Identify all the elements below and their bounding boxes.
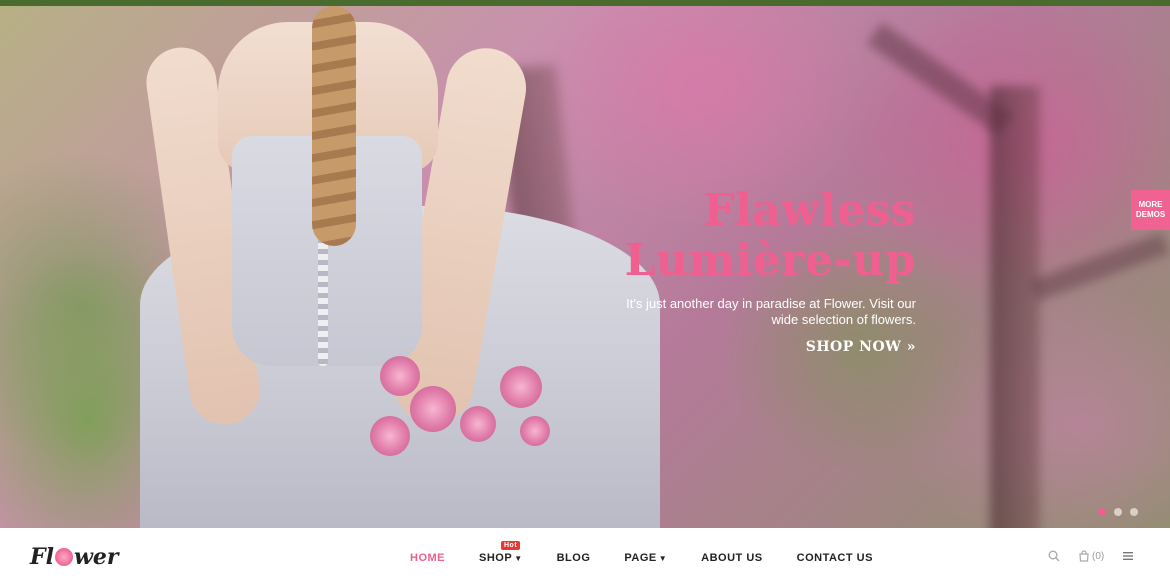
hero-slider: Flawless Lumière-up It's just another da… (0, 6, 1170, 528)
menu: HOME SHOP ▼ Hot BLOG PAGE ▼ ABOUT US CONTA… (410, 541, 907, 564)
hero-description: It's just another day in paradise at Flo… (626, 296, 916, 327)
hero-title: Flawless Lumière-up (560, 186, 916, 286)
tree-branch (1030, 232, 1170, 302)
menu-item-blog[interactable]: BLOG (557, 552, 591, 564)
menu-icon[interactable] (1122, 551, 1134, 561)
menu-item-home[interactable]: HOME (410, 552, 445, 564)
slider-dot[interactable] (1098, 508, 1106, 516)
bag-icon (1079, 550, 1089, 562)
nav-actions: (0) (1048, 550, 1134, 562)
hot-badge: Hot (501, 541, 521, 550)
chevron-down-icon: ▼ (514, 554, 523, 563)
menu-item-label: ABOUT US (701, 552, 763, 564)
slider-pagination (1098, 508, 1138, 516)
tree-branch (867, 22, 1013, 136)
menu-item-label: SHOP (479, 552, 513, 564)
shop-now-link[interactable]: SHOP NOW » (780, 339, 916, 355)
bouquet (360, 346, 580, 506)
menu-item-page[interactable]: PAGE ▼ (624, 552, 667, 564)
chevron-down-icon: ▼ (658, 554, 668, 563)
logo-text: wer (73, 544, 119, 570)
menu-item-contact[interactable]: CONTACT US (797, 552, 873, 564)
menu-item-shop[interactable]: SHOP ▼ Hot (479, 541, 523, 564)
main-navigation: Fl wer HOME SHOP ▼ Hot BLOG PAGE ▼ ABOUT U… (0, 528, 1170, 588)
cart-count: (0) (1092, 550, 1105, 562)
braid (312, 6, 356, 246)
menu-item-label: CONTACT US (796, 552, 873, 564)
more-demos-label: DEMOS (1135, 210, 1166, 219)
logo-text: Fl (30, 544, 54, 570)
hero-title-line1: Flawless (703, 185, 916, 236)
menu-item-label: PAGE (624, 552, 657, 564)
menu-item-label: BLOG (556, 552, 591, 564)
more-demos-button[interactable]: MORE DEMOS (1131, 190, 1170, 230)
slider-dot[interactable] (1114, 508, 1122, 516)
menu-item-about[interactable]: ABOUT US (701, 552, 762, 564)
slider-dot[interactable] (1130, 508, 1138, 516)
menu-item-label: HOME (410, 552, 445, 564)
cart-button[interactable]: (0) (1078, 550, 1104, 562)
search-icon[interactable] (1048, 550, 1060, 562)
hero-title-line2: Lumière-up (624, 235, 916, 286)
rose-icon (54, 548, 73, 566)
tree-trunk (990, 86, 1040, 528)
more-demos-label: MORE (1138, 200, 1163, 209)
logo[interactable]: Fl wer (30, 544, 119, 570)
